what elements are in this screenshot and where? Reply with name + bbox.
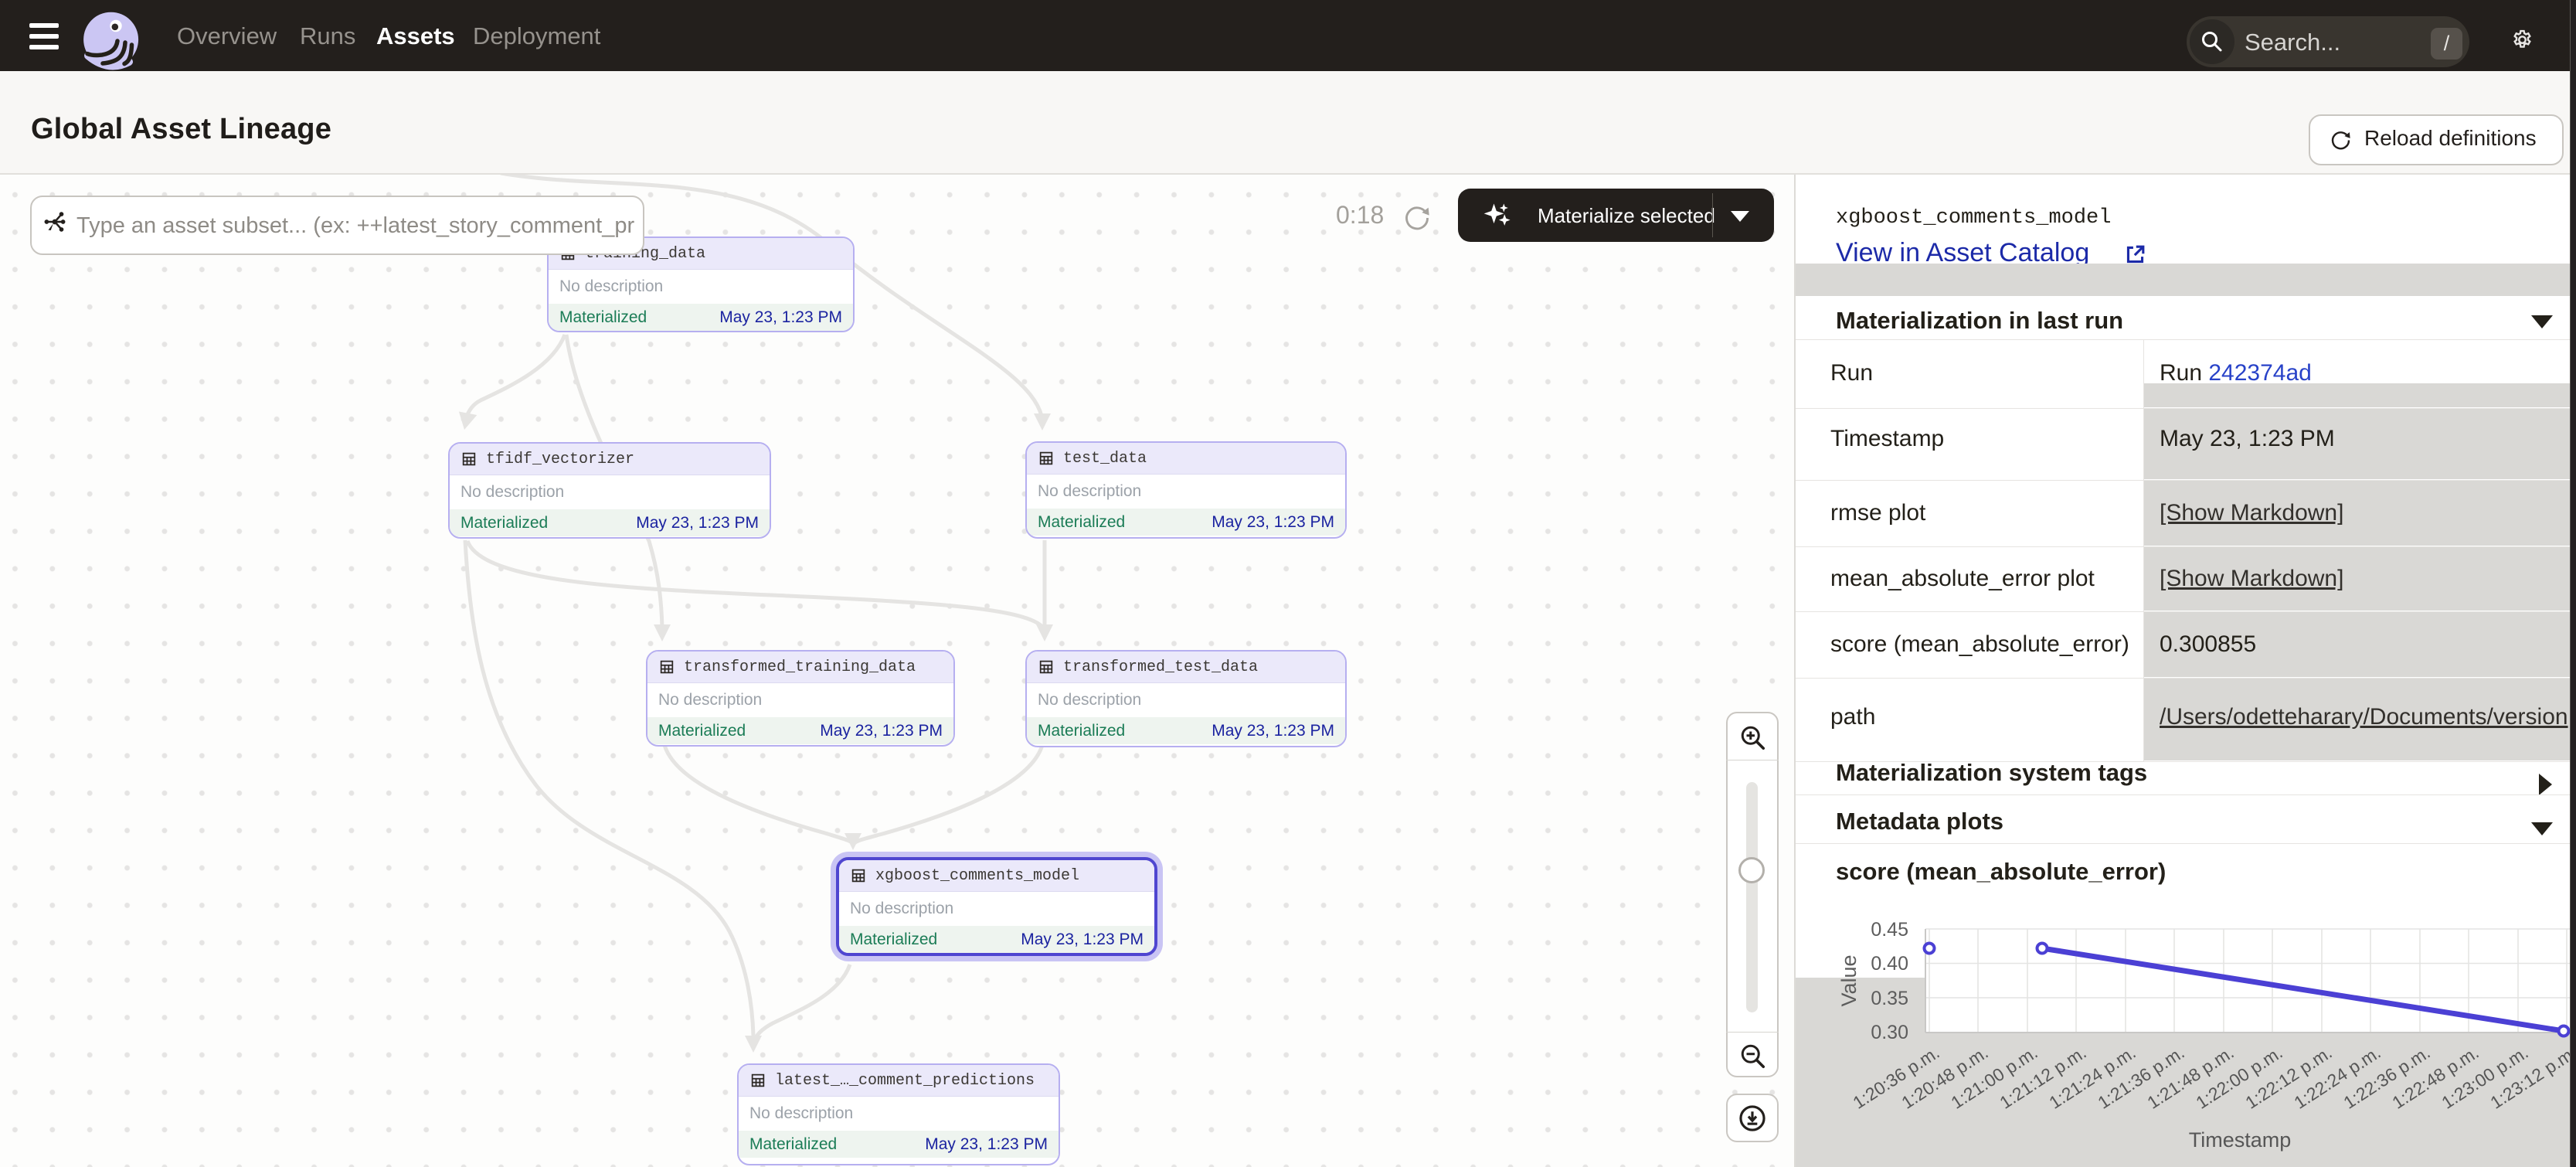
svg-text:0.30: 0.30 — [1871, 1022, 1908, 1043]
svg-text:0.45: 0.45 — [1871, 919, 1908, 941]
svg-text:0.35: 0.35 — [1871, 988, 1908, 1009]
svg-text:Value: Value — [1837, 954, 1861, 1006]
svg-text:0.40: 0.40 — [1871, 953, 1908, 975]
svg-text:Timestamp: Timestamp — [2189, 1128, 2292, 1152]
